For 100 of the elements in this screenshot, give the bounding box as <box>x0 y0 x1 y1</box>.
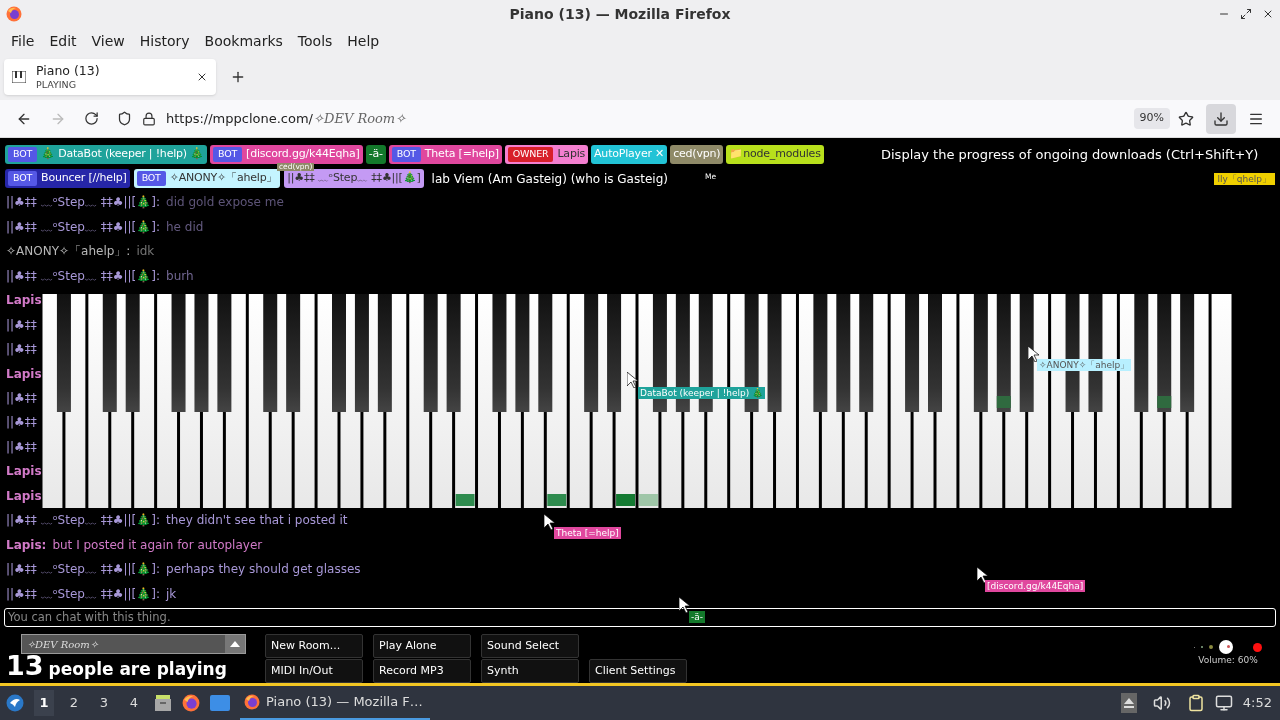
lock-icon <box>142 111 156 126</box>
control-button[interactable]: Record MP3 <box>373 659 471 683</box>
cursor-icon <box>977 567 988 583</box>
chat-author: Lapis <box>6 365 42 383</box>
tab-status: PLAYING <box>36 79 78 89</box>
maximize-icon[interactable] <box>1240 8 1252 20</box>
user-name: Lapis <box>557 146 586 163</box>
download-icon <box>1213 110 1229 127</box>
chat-message: they didn't see that i posted it <box>166 512 348 530</box>
menu-item[interactable]: Help <box>340 30 387 52</box>
player-count: 13 <box>6 651 44 681</box>
user-badge: BOT <box>8 147 38 162</box>
user-tag[interactable]: BOT Bouncer [//help] <box>5 169 130 188</box>
clipboard-icon[interactable] <box>1186 694 1205 712</box>
new-tab-icon[interactable] <box>230 69 246 85</box>
menu-item[interactable]: Edit <box>42 30 84 52</box>
menu-item[interactable]: History <box>132 30 197 52</box>
caret-up-icon <box>230 641 240 647</box>
reload-icon[interactable] <box>84 111 99 126</box>
menu-item[interactable]: Bookmarks <box>197 30 290 52</box>
user-badge: BOT <box>8 171 38 186</box>
user-badge: BOT <box>391 147 421 162</box>
cursor-label: DataBot (keeper | !help) 🎄 <box>638 387 766 399</box>
cursor-icon <box>544 514 555 530</box>
bookmark-star-icon[interactable] <box>1178 110 1194 127</box>
cursor-icon <box>627 372 638 388</box>
shield-icon[interactable] <box>117 111 132 126</box>
piano-keyboard-drawing[interactable] <box>41 294 1233 508</box>
browser-tab[interactable]: Piano (13) PLAYING <box>4 59 216 95</box>
firefox-icon <box>6 6 22 22</box>
chat-author: ||♣‡‡ ﹏ᵒStep﹏ ‡‡♣||[🎄]: <box>6 194 160 212</box>
cursor-label: Theta [=help] <box>554 527 621 539</box>
control-button[interactable]: MIDI In/Out <box>265 659 363 683</box>
firefox-icon <box>244 694 260 710</box>
menu-item[interactable]: Tools <box>290 30 340 52</box>
chat-author: Lapis <box>6 463 42 481</box>
user-name: ✧ANONY✧「ahelp」 <box>169 170 278 187</box>
chat-author: ||♣‡‡ ﹏ᵒStep﹏ ‡‡♣||[🎄]: <box>6 267 160 285</box>
user-tag[interactable]: OWNER Lapis <box>504 145 589 164</box>
chat-author: ||♣‡‡ <box>6 438 37 456</box>
close-icon[interactable] <box>196 71 208 83</box>
user-tag[interactable]: BOT Theta [=help] <box>388 145 502 164</box>
user-tag[interactable]: BOT ✧ANONY✧「ahelp」 <box>133 169 281 188</box>
user-name: Theta [=help] <box>424 146 499 163</box>
user-tag[interactable]: BOT [discord.gg/k44Eqha] <box>210 145 363 164</box>
file-cabinet-icon[interactable] <box>154 695 172 711</box>
user-tag[interactable]: lly「qhelp」 <box>1213 172 1275 185</box>
user-name: Bouncer [//help] <box>41 170 127 187</box>
piano-icon <box>12 71 26 83</box>
user-tag[interactable]: BOT 🎄 DataBot (keeper | !help) 🎄 <box>5 145 208 164</box>
zoom-level[interactable]: 90% <box>1133 108 1170 129</box>
close-icon[interactable] <box>1262 8 1274 20</box>
control-button[interactable]: Sound Select <box>481 634 579 658</box>
menu-item[interactable]: View <box>84 30 132 52</box>
cursor-icon <box>1028 346 1039 362</box>
chat-author: Lapis: <box>6 536 47 554</box>
user-name: lab Viem (Am Gasteig) (who is Gasteig) <box>430 170 669 188</box>
cursor-icon <box>679 597 690 613</box>
eject-icon[interactable] <box>1120 693 1137 713</box>
player-count-label: people are playing <box>48 658 227 681</box>
workspace-button[interactable]: 1 <box>34 690 54 716</box>
volume-reading: Volume: 60% <box>1198 654 1258 667</box>
cursor-label: ✧ANONY✧「ahelp」 <box>1037 359 1132 371</box>
control-button[interactable]: New Room... <box>265 634 363 658</box>
chat-author: Lapis <box>6 292 42 310</box>
chat-message: jk <box>166 585 177 603</box>
user-badge: BOT <box>136 171 166 186</box>
user-name: [discord.gg/k44Eqha] <box>246 146 360 163</box>
chat-author: ||♣‡‡ ﹏ᵒStep﹏ ‡‡♣||[🎄]: <box>6 218 160 236</box>
control-button[interactable]: Play Alone <box>373 634 471 658</box>
window-title: Piano (13) — Mozilla Firefox <box>508 4 732 24</box>
taskbar-task[interactable]: Piano (13) — Mozilla F… <box>240 686 430 720</box>
tab-title: Piano (13) <box>36 65 101 78</box>
chat-author: ||♣‡‡ <box>6 390 37 407</box>
control-button[interactable]: Client Settings <box>589 659 687 683</box>
user-badge: OWNER <box>507 147 554 162</box>
start-menu-icon[interactable] <box>6 694 24 712</box>
user-name: 🎄 DataBot (keeper | !help) 🎄 <box>41 146 205 163</box>
chat-author: ||♣‡‡ <box>6 341 37 359</box>
workspace-button[interactable]: 2 <box>64 690 84 716</box>
menu-item[interactable]: File <box>4 30 42 52</box>
workspace-button[interactable]: 3 <box>94 690 114 716</box>
control-button[interactable]: Synth <box>481 659 579 683</box>
volume-icon[interactable] <box>1152 694 1171 712</box>
chat-message: idk <box>136 243 155 261</box>
chat-author: Lapis <box>6 487 42 505</box>
room-select[interactable]: ✧DEV Room✧ <box>21 634 246 654</box>
chat-author: ||♣‡‡ ﹏ᵒStep﹏ ‡‡♣||[🎄]: <box>6 561 160 579</box>
workspace-button[interactable]: 4 <box>124 690 144 716</box>
chat-message: but I posted it again for autoplayer <box>52 536 263 554</box>
chat-author: ✧ANONY✧「ahelp」: <box>6 243 131 261</box>
url-text: https://mppclone.com/✧DEV Room✧ <box>166 109 407 128</box>
chat-message: did gold expose me <box>166 194 284 212</box>
downloads-button[interactable] <box>1206 103 1236 134</box>
chat-message: burh <box>166 267 194 285</box>
cursor-label: -ä- <box>689 611 705 623</box>
chat-message: perhaps they should get glasses <box>166 561 361 579</box>
user-badge: BOT <box>213 147 243 162</box>
chat-message: he did <box>166 218 204 236</box>
firefox-icon <box>182 694 200 712</box>
